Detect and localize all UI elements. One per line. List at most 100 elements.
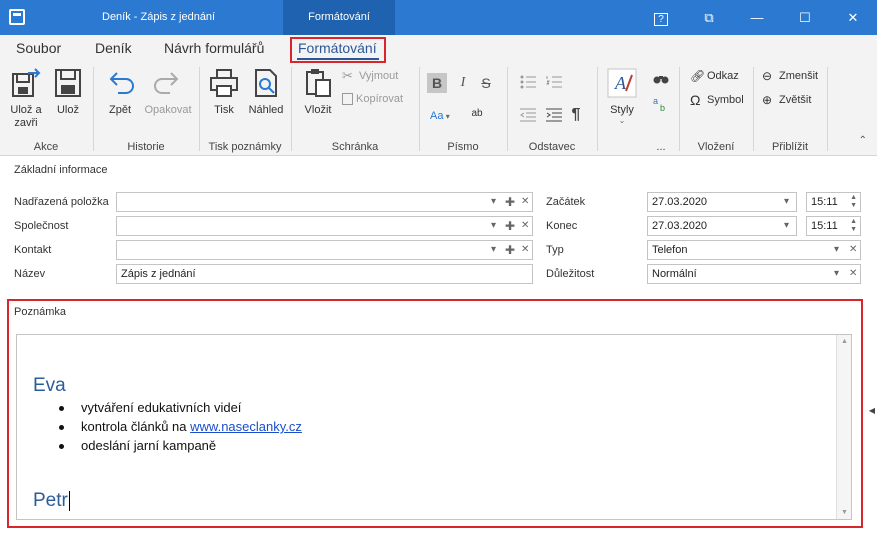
- svg-text:A: A: [614, 73, 627, 93]
- print-label: Tisk: [214, 104, 234, 116]
- scroll-down-icon[interactable]: ▼: [837, 509, 852, 516]
- label-type: Typ: [546, 244, 564, 256]
- undo-icon: [109, 72, 134, 94]
- help-button[interactable]: ?: [638, 0, 684, 35]
- bold-button[interactable]: B: [427, 73, 447, 93]
- increase-indent-icon[interactable]: [546, 108, 562, 122]
- side-panel-toggle-icon[interactable]: ◀: [869, 406, 875, 415]
- save-close-button[interactable]: Ulož a zavři: [6, 67, 46, 130]
- redo-button[interactable]: Opakovat: [142, 67, 194, 116]
- pilcrow-button[interactable]: ¶: [566, 105, 586, 125]
- chevron-down-icon[interactable]: ▾: [784, 217, 789, 235]
- chevron-down-icon[interactable]: ▾: [491, 217, 496, 235]
- chevron-down-icon[interactable]: ▾: [491, 193, 496, 211]
- replace-icon[interactable]: ab: [653, 95, 669, 111]
- tab-soubor[interactable]: Soubor: [16, 40, 61, 56]
- svg-text:a: a: [653, 96, 658, 106]
- undo-button[interactable]: Zpět: [102, 67, 138, 116]
- time-spinner-icon[interactable]: ▲ ▼: [850, 218, 857, 234]
- label-priority: Důležitost: [546, 268, 595, 280]
- start-date-value: 27.03.2020: [652, 196, 708, 208]
- scroll-up-icon[interactable]: ▲: [837, 338, 852, 345]
- link-button[interactable]: 🔗︎ Odkaz: [690, 69, 739, 83]
- end-time-field[interactable]: 15:11 ▲ ▼: [806, 216, 861, 236]
- clear-icon[interactable]: ✕: [521, 193, 529, 211]
- ribbon-separator: [827, 67, 828, 151]
- group-label-akce: Akce: [33, 141, 59, 153]
- fullscreen-button[interactable]: ⧉: [686, 0, 732, 35]
- copy-button[interactable]: Kopírovat: [342, 93, 403, 106]
- omega-icon: Ω: [690, 92, 701, 108]
- preview-button[interactable]: Náhled: [246, 67, 286, 116]
- preview-label: Náhled: [248, 104, 284, 116]
- symbol-button[interactable]: Ω Symbol: [690, 93, 744, 107]
- add-icon[interactable]: ✚: [505, 193, 515, 211]
- chevron-down-icon[interactable]: ▾: [834, 265, 839, 283]
- styles-button[interactable]: A Styly ⌄: [605, 67, 639, 125]
- tab-denik[interactable]: Deník: [95, 40, 132, 56]
- paste-button[interactable]: Vložit: [298, 67, 338, 116]
- parent-field[interactable]: ▾ ✚ ✕: [116, 192, 533, 212]
- group-more: ab ...: [644, 63, 678, 156]
- minimize-button[interactable]: —: [734, 0, 780, 35]
- priority-select[interactable]: Normální ▾ ✕: [647, 264, 861, 284]
- svg-text:b: b: [660, 103, 665, 111]
- highlight-button[interactable]: ab: [466, 104, 488, 124]
- zoom-in-button[interactable]: ⊕ Zvětšit: [762, 93, 811, 107]
- clear-icon[interactable]: ✕: [849, 265, 857, 283]
- close-button[interactable]: ✕: [830, 0, 876, 35]
- zoom-out-button[interactable]: ⊖ Zmenšit: [762, 69, 818, 83]
- strikethrough-button[interactable]: S: [476, 73, 496, 93]
- numbered-list-icon[interactable]: [546, 75, 562, 89]
- clear-icon[interactable]: ✕: [521, 217, 529, 235]
- minimize-icon: —: [750, 10, 764, 25]
- notes-link[interactable]: www.naseclanky.cz: [190, 419, 302, 434]
- type-select[interactable]: Telefon ▾ ✕: [647, 240, 861, 260]
- name-field[interactable]: Zápis z jednání: [116, 264, 533, 284]
- print-button[interactable]: Tisk: [206, 67, 242, 116]
- undo-label: Zpět: [108, 104, 131, 116]
- notes-bullet-list: vytváření edukativních videí kontrola čl…: [57, 400, 302, 457]
- bullet-list-icon[interactable]: [520, 75, 536, 89]
- start-time-field[interactable]: 15:11 ▲ ▼: [806, 192, 861, 212]
- symbol-label: Symbol: [707, 93, 744, 106]
- end-date-field[interactable]: 27.03.2020 ▾: [647, 216, 797, 236]
- group-priblizit: ⊖ Zmenšit ⊕ Zvětšit Přiblížit: [754, 63, 826, 156]
- chevron-down-icon[interactable]: ▾: [491, 241, 496, 259]
- label-end: Konec: [546, 220, 578, 232]
- maximize-button[interactable]: ☐: [782, 0, 828, 35]
- group-historie: Zpět Opakovat Historie: [94, 63, 198, 156]
- company-field[interactable]: ▾ ✚ ✕: [116, 216, 533, 236]
- priority-value: Normální: [652, 268, 697, 280]
- chevron-down-icon[interactable]: ▾: [834, 241, 839, 259]
- decrease-indent-icon[interactable]: [520, 108, 536, 122]
- group-label-more: ...: [656, 141, 666, 153]
- chevron-down-icon[interactable]: ▾: [784, 193, 789, 211]
- italic-button[interactable]: I: [453, 73, 473, 93]
- notes-heading-petr: Petr: [33, 490, 70, 511]
- save-button[interactable]: Ulož: [50, 67, 86, 116]
- time-spinner-icon[interactable]: ▲ ▼: [850, 194, 857, 210]
- group-label-pismo: Písmo: [447, 141, 479, 153]
- context-tab-formatovani[interactable]: Formátování: [283, 0, 395, 35]
- save-label: Ulož: [56, 104, 79, 116]
- add-icon[interactable]: ✚: [505, 241, 515, 259]
- tab-navrh-formularu[interactable]: Návrh formulářů: [164, 40, 264, 56]
- chevron-down-icon: ⌄: [618, 116, 626, 125]
- add-icon[interactable]: ✚: [505, 217, 515, 235]
- styles-label: Styly: [610, 104, 634, 116]
- contact-field[interactable]: ▾ ✚ ✕: [116, 240, 533, 260]
- clear-icon[interactable]: ✕: [521, 241, 529, 259]
- find-icon[interactable]: [653, 71, 669, 85]
- notes-scrollbar[interactable]: ▲ ▼: [836, 335, 851, 519]
- start-date-field[interactable]: 27.03.2020 ▾: [647, 192, 797, 212]
- cut-button[interactable]: ✂ Vyjmout: [342, 69, 398, 83]
- print-preview-icon: [255, 69, 277, 97]
- font-size-label: Aa: [430, 110, 444, 122]
- collapse-ribbon-icon[interactable]: ⌃: [859, 135, 867, 146]
- font-size-button[interactable]: Aa ▾: [430, 106, 462, 126]
- notes-editor[interactable]: Eva vytváření edukativních videí kontrol…: [16, 334, 852, 520]
- label-company: Společnost: [14, 220, 69, 232]
- clear-icon[interactable]: ✕: [849, 241, 857, 259]
- name-value: Zápis z jednání: [121, 268, 196, 280]
